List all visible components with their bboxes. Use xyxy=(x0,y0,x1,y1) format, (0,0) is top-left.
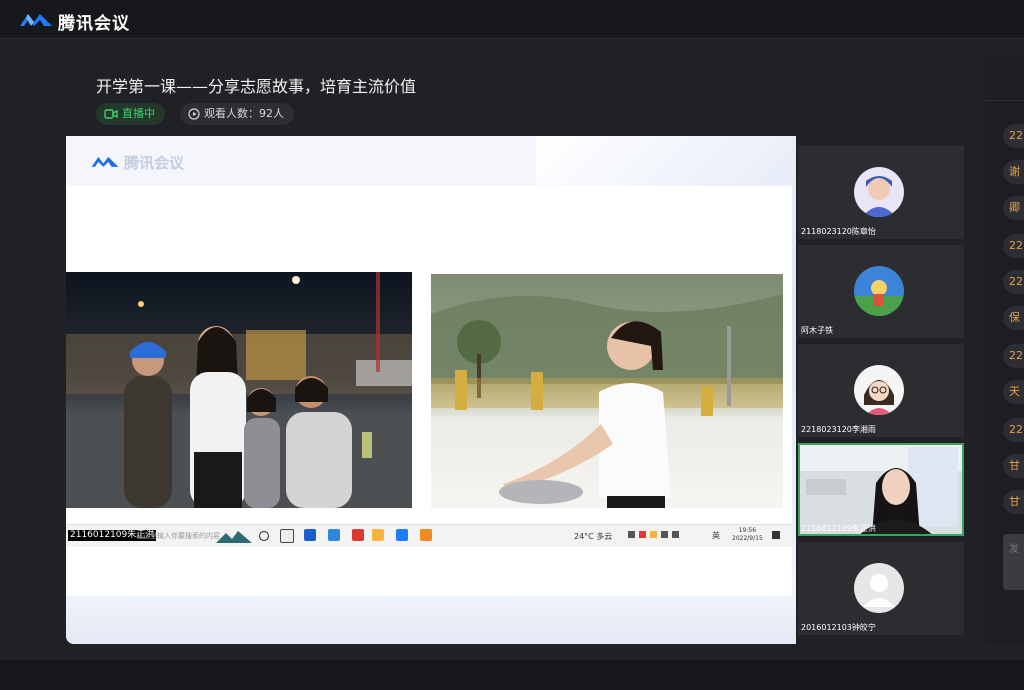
chat-message: 保 xyxy=(1003,306,1024,330)
main-panel: 开学第一课——分享志愿故事，培育主流价值 直播中 观看人数：92人 腾讯会议 2… xyxy=(66,56,970,644)
taskview-icon[interactable] xyxy=(280,529,294,543)
participant-name: 2218023120李湘雨 xyxy=(801,425,876,434)
cartoon-girl-avatar-icon xyxy=(854,365,904,415)
taskbar-time: 19:56 xyxy=(738,527,757,534)
chat-message: 谢 xyxy=(1003,160,1024,184)
cartoon-avatar-icon xyxy=(854,266,904,316)
taskbar-search-text: 在这里输入你要搜索的内容 xyxy=(136,532,220,540)
shared-screen: 腾讯会议 2116012109朱正洪 在这里输入你要搜索的内容 24°C 多云 … xyxy=(66,136,796,644)
participant-name: 2116012109朱正洪 xyxy=(801,524,876,533)
taskbar-circle-icon[interactable] xyxy=(259,531,269,541)
taskbar-date: 2022/9/15 xyxy=(732,535,763,542)
chat-message: 22 xyxy=(1003,234,1024,258)
taskbar-file-icon[interactable] xyxy=(420,529,432,541)
participant-name: 阿木子铁 xyxy=(801,326,833,335)
notification-icon[interactable] xyxy=(772,531,780,539)
taskbar-app-icon[interactable] xyxy=(304,529,316,541)
live-badge-label: 直播中 xyxy=(122,107,155,120)
shared-taskbar: 2116012109朱正洪 在这里输入你要搜索的内容 24°C 多云 英 19:… xyxy=(66,524,792,547)
live-badge: 直播中 xyxy=(96,103,165,125)
taskbar-clock: 19:56 2022/9/15 xyxy=(732,527,763,543)
taskbar-weather: 24°C 多云 xyxy=(574,532,613,541)
top-bar: 腾讯会议 xyxy=(0,0,1024,39)
participant-tile[interactable]: 2016012103钟皎宁 xyxy=(798,542,964,635)
slide-photo-volunteer xyxy=(431,274,783,508)
tray-icons xyxy=(628,531,708,541)
slide-photo-group-night xyxy=(66,272,412,508)
chat-input[interactable]: 发 xyxy=(1003,534,1024,590)
wps-icon[interactable] xyxy=(352,529,364,541)
chat-message: 甘 xyxy=(1003,454,1024,478)
chat-message: 甘 xyxy=(1003,490,1024,514)
tencent-meeting-taskbar-icon[interactable] xyxy=(396,529,408,541)
qq-icon[interactable] xyxy=(372,529,384,541)
taskbar-landscape-icon xyxy=(216,531,252,543)
participant-tile[interactable]: 阿木子铁 xyxy=(798,245,964,338)
bottom-bar xyxy=(0,660,1024,690)
girl-avatar-icon xyxy=(854,167,904,217)
meeting-title: 开学第一课——分享志愿故事，培育主流价值 xyxy=(96,77,417,96)
chat-message: 天 xyxy=(1003,380,1024,404)
app-title: 腾讯会议 xyxy=(58,14,130,34)
ime-indicator[interactable]: 英 xyxy=(712,530,720,541)
slide-logo-text: 腾讯会议 xyxy=(124,154,185,172)
video-camera-icon xyxy=(104,109,118,119)
participant-tile[interactable]: 2218023120李湘雨 xyxy=(798,344,964,437)
viewers-badge: 观看人数：92人 xyxy=(180,103,294,125)
chat-message: 22 xyxy=(1003,270,1024,294)
participant-tile[interactable]: 2118023120陈章怡 xyxy=(798,146,964,239)
participant-name: 2118023120陈章怡 xyxy=(801,227,876,236)
tencent-meeting-logo-icon xyxy=(20,14,52,26)
chat-message: 22 xyxy=(1003,344,1024,368)
viewers-label: 观看人数：92人 xyxy=(204,107,284,120)
participant-name: 2016012103钟皎宁 xyxy=(801,623,876,632)
chat-message: 卿 xyxy=(1003,196,1024,220)
play-circle-icon xyxy=(188,108,200,120)
default-user-icon xyxy=(854,563,904,613)
taskbar-browser-icon[interactable] xyxy=(328,529,340,541)
participant-tile-active[interactable]: 2116012109朱正洪 xyxy=(798,443,964,536)
chat-message: 22 xyxy=(1003,418,1024,442)
chat-panel-header xyxy=(985,56,1024,101)
chat-message: 22 xyxy=(1003,124,1024,148)
chat-panel: 22 谢 卿 22 22 保 22 天 22 甘 甘 发 xyxy=(985,56,1024,644)
slide-logo-icon xyxy=(91,156,119,167)
